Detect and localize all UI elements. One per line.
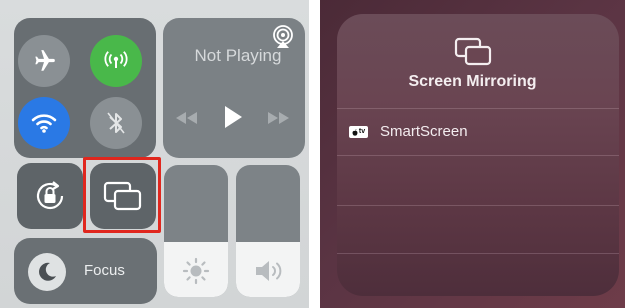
divider xyxy=(337,253,619,254)
device-name: SmartScreen xyxy=(380,123,468,140)
orientation-lock-icon xyxy=(36,181,64,210)
bluetooth-toggle[interactable] xyxy=(90,97,142,149)
divider xyxy=(337,205,619,206)
focus-icon-badge xyxy=(28,253,66,291)
apple-logo-icon xyxy=(352,128,358,136)
sun-icon xyxy=(182,257,210,285)
orientation-lock-toggle[interactable] xyxy=(17,163,83,229)
focus-label: Focus xyxy=(84,262,125,279)
divider xyxy=(337,155,619,156)
play-icon[interactable] xyxy=(222,104,244,130)
cellular-antenna-icon xyxy=(104,51,128,68)
screen-mirroring-sheet: Screen Mirroring tv SmartScreen xyxy=(320,0,625,308)
cellular-data-toggle[interactable] xyxy=(90,35,142,87)
control-center: Not Playing Focus xyxy=(0,0,309,308)
highlight-box xyxy=(83,157,161,233)
moon-icon xyxy=(39,262,56,281)
now-playing-label: Not Playing xyxy=(194,46,282,65)
volume-slider[interactable] xyxy=(236,165,300,297)
wifi-toggle[interactable] xyxy=(18,97,70,149)
airplane-icon xyxy=(35,50,55,71)
wifi-icon xyxy=(31,114,57,133)
fast-forward-icon[interactable] xyxy=(265,110,291,126)
screen-mirroring-title: Screen Mirroring xyxy=(408,73,537,90)
screen-mirroring-icon xyxy=(454,37,492,66)
apple-tv-badge: tv xyxy=(349,126,368,138)
speaker-icon xyxy=(256,261,282,281)
rewind-icon[interactable] xyxy=(174,110,200,126)
apple-tv-badge-text: tv xyxy=(358,128,366,135)
divider xyxy=(337,108,619,109)
bluetooth-icon xyxy=(107,112,125,134)
brightness-slider[interactable] xyxy=(164,165,228,297)
airplane-mode-toggle[interactable] xyxy=(18,35,70,87)
